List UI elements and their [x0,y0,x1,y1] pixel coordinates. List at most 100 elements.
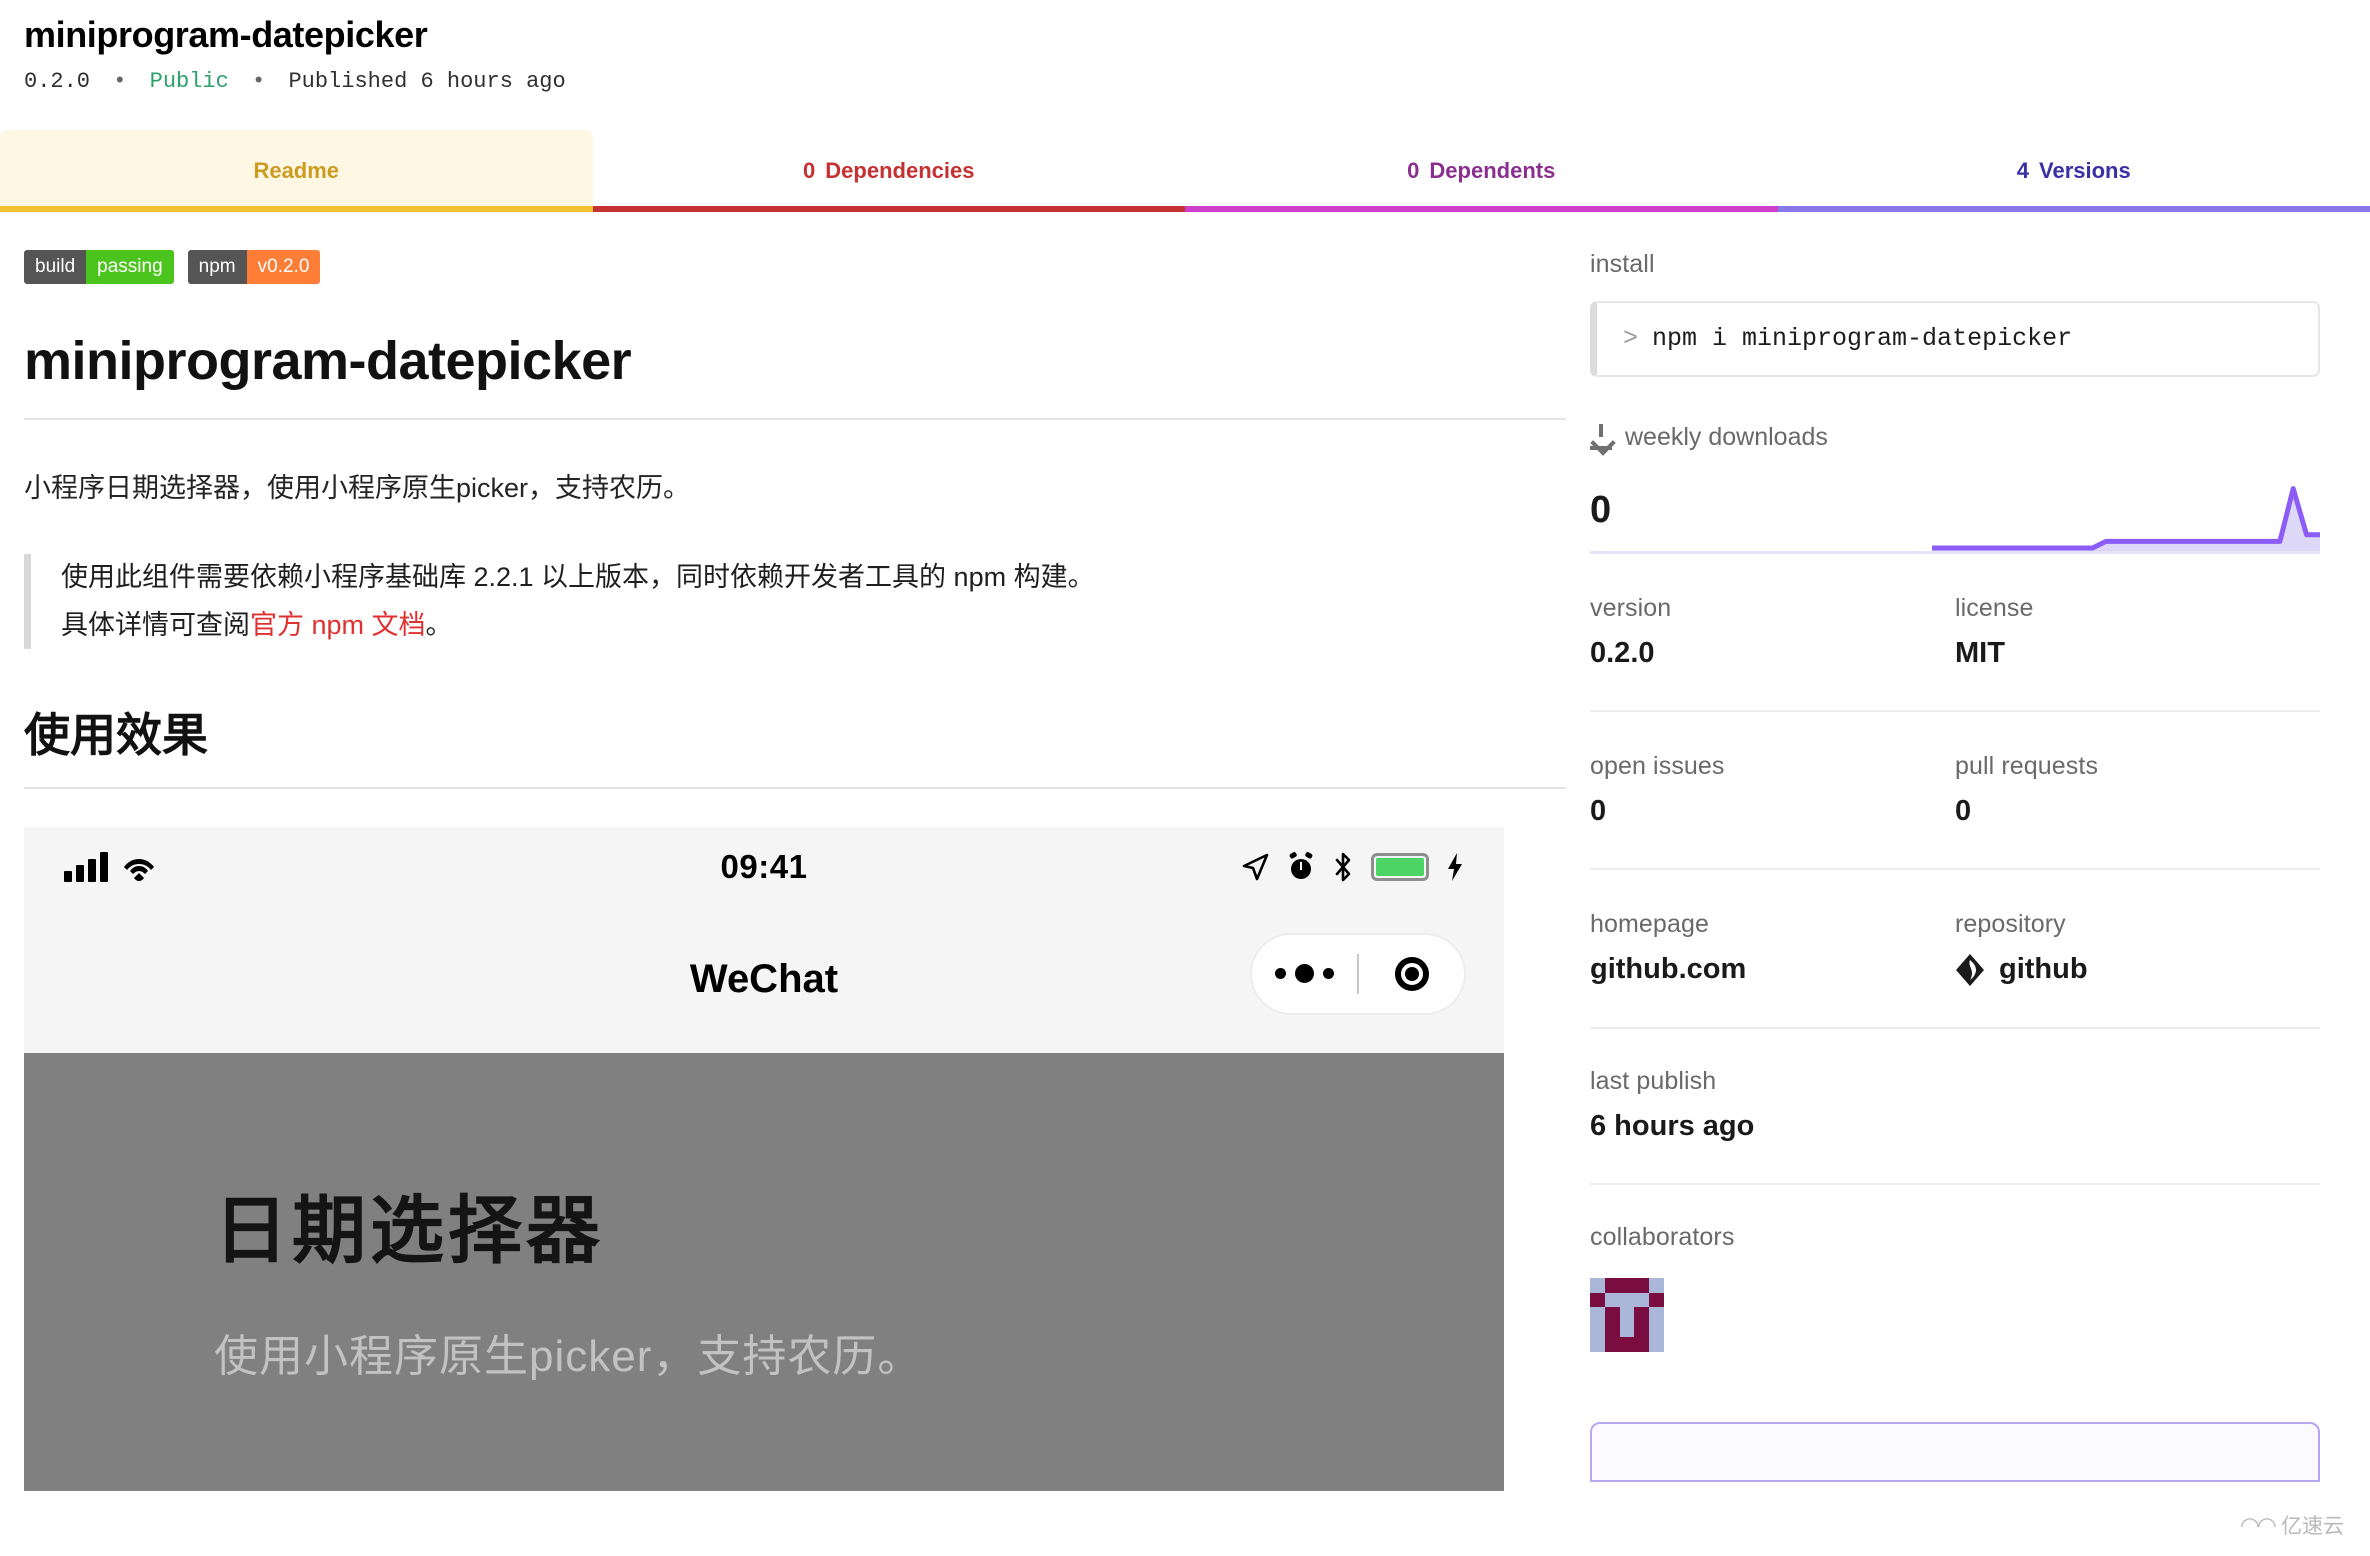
readme-section-heading: 使用效果 [24,699,1566,789]
page-title: miniprogram-datepicker [24,14,428,55]
terminal-prompt-icon: > [1623,324,1639,354]
pull-requests-label: pull requests [1955,751,2099,780]
last-publish-block: last publish 6 hours ago [1590,1067,2320,1143]
tab-readme-label: Readme [253,157,340,183]
last-publish-value: 6 hours ago [1590,1109,1755,1142]
npm-version-badge[interactable]: npm v0.2.0 [187,249,321,284]
tab-dependents-label: Dependents [1429,157,1556,183]
phone-screen-content: 日期选择器 使用小程序原生picker，支持农历。 [24,1052,1504,1491]
tab-versions[interactable]: 4 Versions [1777,130,2370,212]
install-command-box[interactable]: > npm i miniprogram-datepicker [1590,300,2320,377]
phone-screen-title: 日期选择器 [214,1188,604,1272]
repository-value-row: github [1955,953,2320,987]
collaborators-label: collaborators [1590,1222,1735,1251]
npm-badge-label: npm [187,249,247,284]
repository-label: repository [1955,909,2066,938]
readme-blockquote: 使用此组件需要依赖小程序基础库 2.2.1 以上版本，同时依赖开发者工具的 np… [24,554,1566,649]
badge-row: build passing npm v0.2.0 [24,249,1566,284]
report-malware-box[interactable] [1590,1421,2320,1482]
npm-docs-link[interactable]: 官方 npm 文档 [250,610,426,640]
package-tabs: Readme 0 Dependencies 0 Dependents 4 Ver… [0,129,2370,212]
close-target-icon[interactable] [1359,956,1464,991]
phone-chrome: 09:41 WeChat [24,826,1504,1053]
license-label: license [1955,593,2034,622]
install-command-text: npm i miniprogram-datepicker [1652,324,2073,354]
build-status-badge[interactable]: build passing [24,249,174,284]
weekly-downloads-count: 0 [1590,488,1612,531]
weekly-downloads-header: weekly downloads [1590,423,2320,452]
homepage-label: homepage [1590,909,1709,938]
tab-dependencies-count: 0 [803,157,816,183]
site-watermark: ◠◠ 亿速云 [2240,1510,2344,1540]
install-label: install [1590,249,1655,278]
git-repository-icon [1956,953,1984,986]
repository-value: github [1999,953,2088,986]
collaborator-avatar[interactable] [1590,1277,1664,1352]
battery-icon [1371,852,1429,881]
license-block: license MIT [1955,594,2320,670]
build-badge-value: passing [86,249,174,284]
version-license-row: version 0.2.0 license MIT [1590,594,2320,670]
tab-dependencies-label: Dependencies [825,157,975,183]
tab-dependents[interactable]: 0 Dependents [1185,130,1778,212]
meta-separator-1: • [113,69,127,95]
homepage-value: github.com [1590,952,1747,985]
npm-badge-value: v0.2.0 [246,249,321,284]
tab-versions-label: Versions [2039,157,2131,183]
pull-requests-block[interactable]: pull requests 0 [1955,752,2320,828]
homepage-block[interactable]: homepage github.com [1590,910,1955,987]
charging-bolt-icon [1448,852,1462,881]
version-label: version [1590,593,1672,622]
more-dots-icon[interactable] [1252,964,1357,984]
watermark-text: 亿速云 [2281,1515,2344,1538]
open-issues-label: open issues [1590,751,1725,780]
blockquote-prefix: 具体详情可查阅 [61,609,250,640]
download-icon [1590,424,1612,451]
phone-nav-bar: WeChat [24,907,1504,1053]
tab-dependencies[interactable]: 0 Dependencies [592,130,1186,212]
blockquote-line-1: 使用此组件需要依赖小程序基础库 2.2.1 以上版本，同时依赖开发者工具的 np… [61,562,1095,593]
version-block: version 0.2.0 [1590,594,1955,670]
tab-readme[interactable]: Readme [0,129,593,212]
status-right-group [1240,851,1464,883]
issues-prs-row: open issues 0 pull requests 0 [1590,752,2320,828]
sidebar-divider-2 [1590,867,2320,870]
package-sidebar: install > npm i miniprogram-datepicker w… [1590,212,2370,1491]
wechat-capsule-button[interactable] [1250,932,1466,1015]
repository-block[interactable]: repository github [1955,910,2320,987]
homepage-repository-row: homepage github.com repository github [1590,910,2320,987]
weekly-downloads-label: weekly downloads [1625,422,1828,451]
open-issues-block[interactable]: open issues 0 [1590,752,1955,828]
location-arrow-icon [1242,853,1269,881]
readme-heading: miniprogram-datepicker [24,330,1566,420]
tab-dependents-count: 0 [1407,157,1420,183]
license-value: MIT [1955,636,2005,669]
pull-requests-value: 0 [1955,794,1972,827]
page-body: build passing npm v0.2.0 miniprogram-dat… [0,212,2370,1491]
package-header: miniprogram-datepicker 0.2.0 • Public • … [0,0,2370,96]
phone-status-bar: 09:41 [24,827,1504,907]
phone-screenshot: 09:41 WeChat 日期选择器 使用小程序原生picker，支持农历。 [24,826,1504,1491]
watermark-glyph-icon: ◠◠ [2239,1511,2277,1538]
phone-screen-subtitle: 使用小程序原生picker，支持农历。 [214,1331,923,1381]
downloads-baseline [1590,550,2320,554]
readme-paragraph: 小程序日期选择器，使用小程序原生picker，支持农历。 [24,472,691,503]
sidebar-divider-3 [1590,1026,2320,1029]
blockquote-suffix: 。 [425,609,453,640]
meta-separator-2: • [252,69,266,95]
downloads-sparkline-chart [1932,485,2320,554]
blockquote-line-2: 具体详情可查阅官方 npm 文档。 [61,602,1566,649]
readme-panel: build passing npm v0.2.0 miniprogram-dat… [0,212,1590,1491]
collaborators-block: collaborators [1590,1223,2320,1352]
sidebar-divider-1 [1590,709,2320,712]
npm-package-page: miniprogram-datepicker 0.2.0 • Public • … [0,0,2370,1556]
package-version: 0.2.0 [24,69,91,95]
visibility-badge: Public [149,69,229,95]
build-badge-label: build [24,249,87,284]
weekly-downloads-row: 0 [1590,462,2320,554]
tab-versions-count: 4 [2016,157,2030,183]
alarm-clock-icon [1289,851,1313,879]
sidebar-divider-4 [1590,1182,2320,1185]
version-value: 0.2.0 [1590,636,1655,669]
bluetooth-icon [1335,852,1351,882]
